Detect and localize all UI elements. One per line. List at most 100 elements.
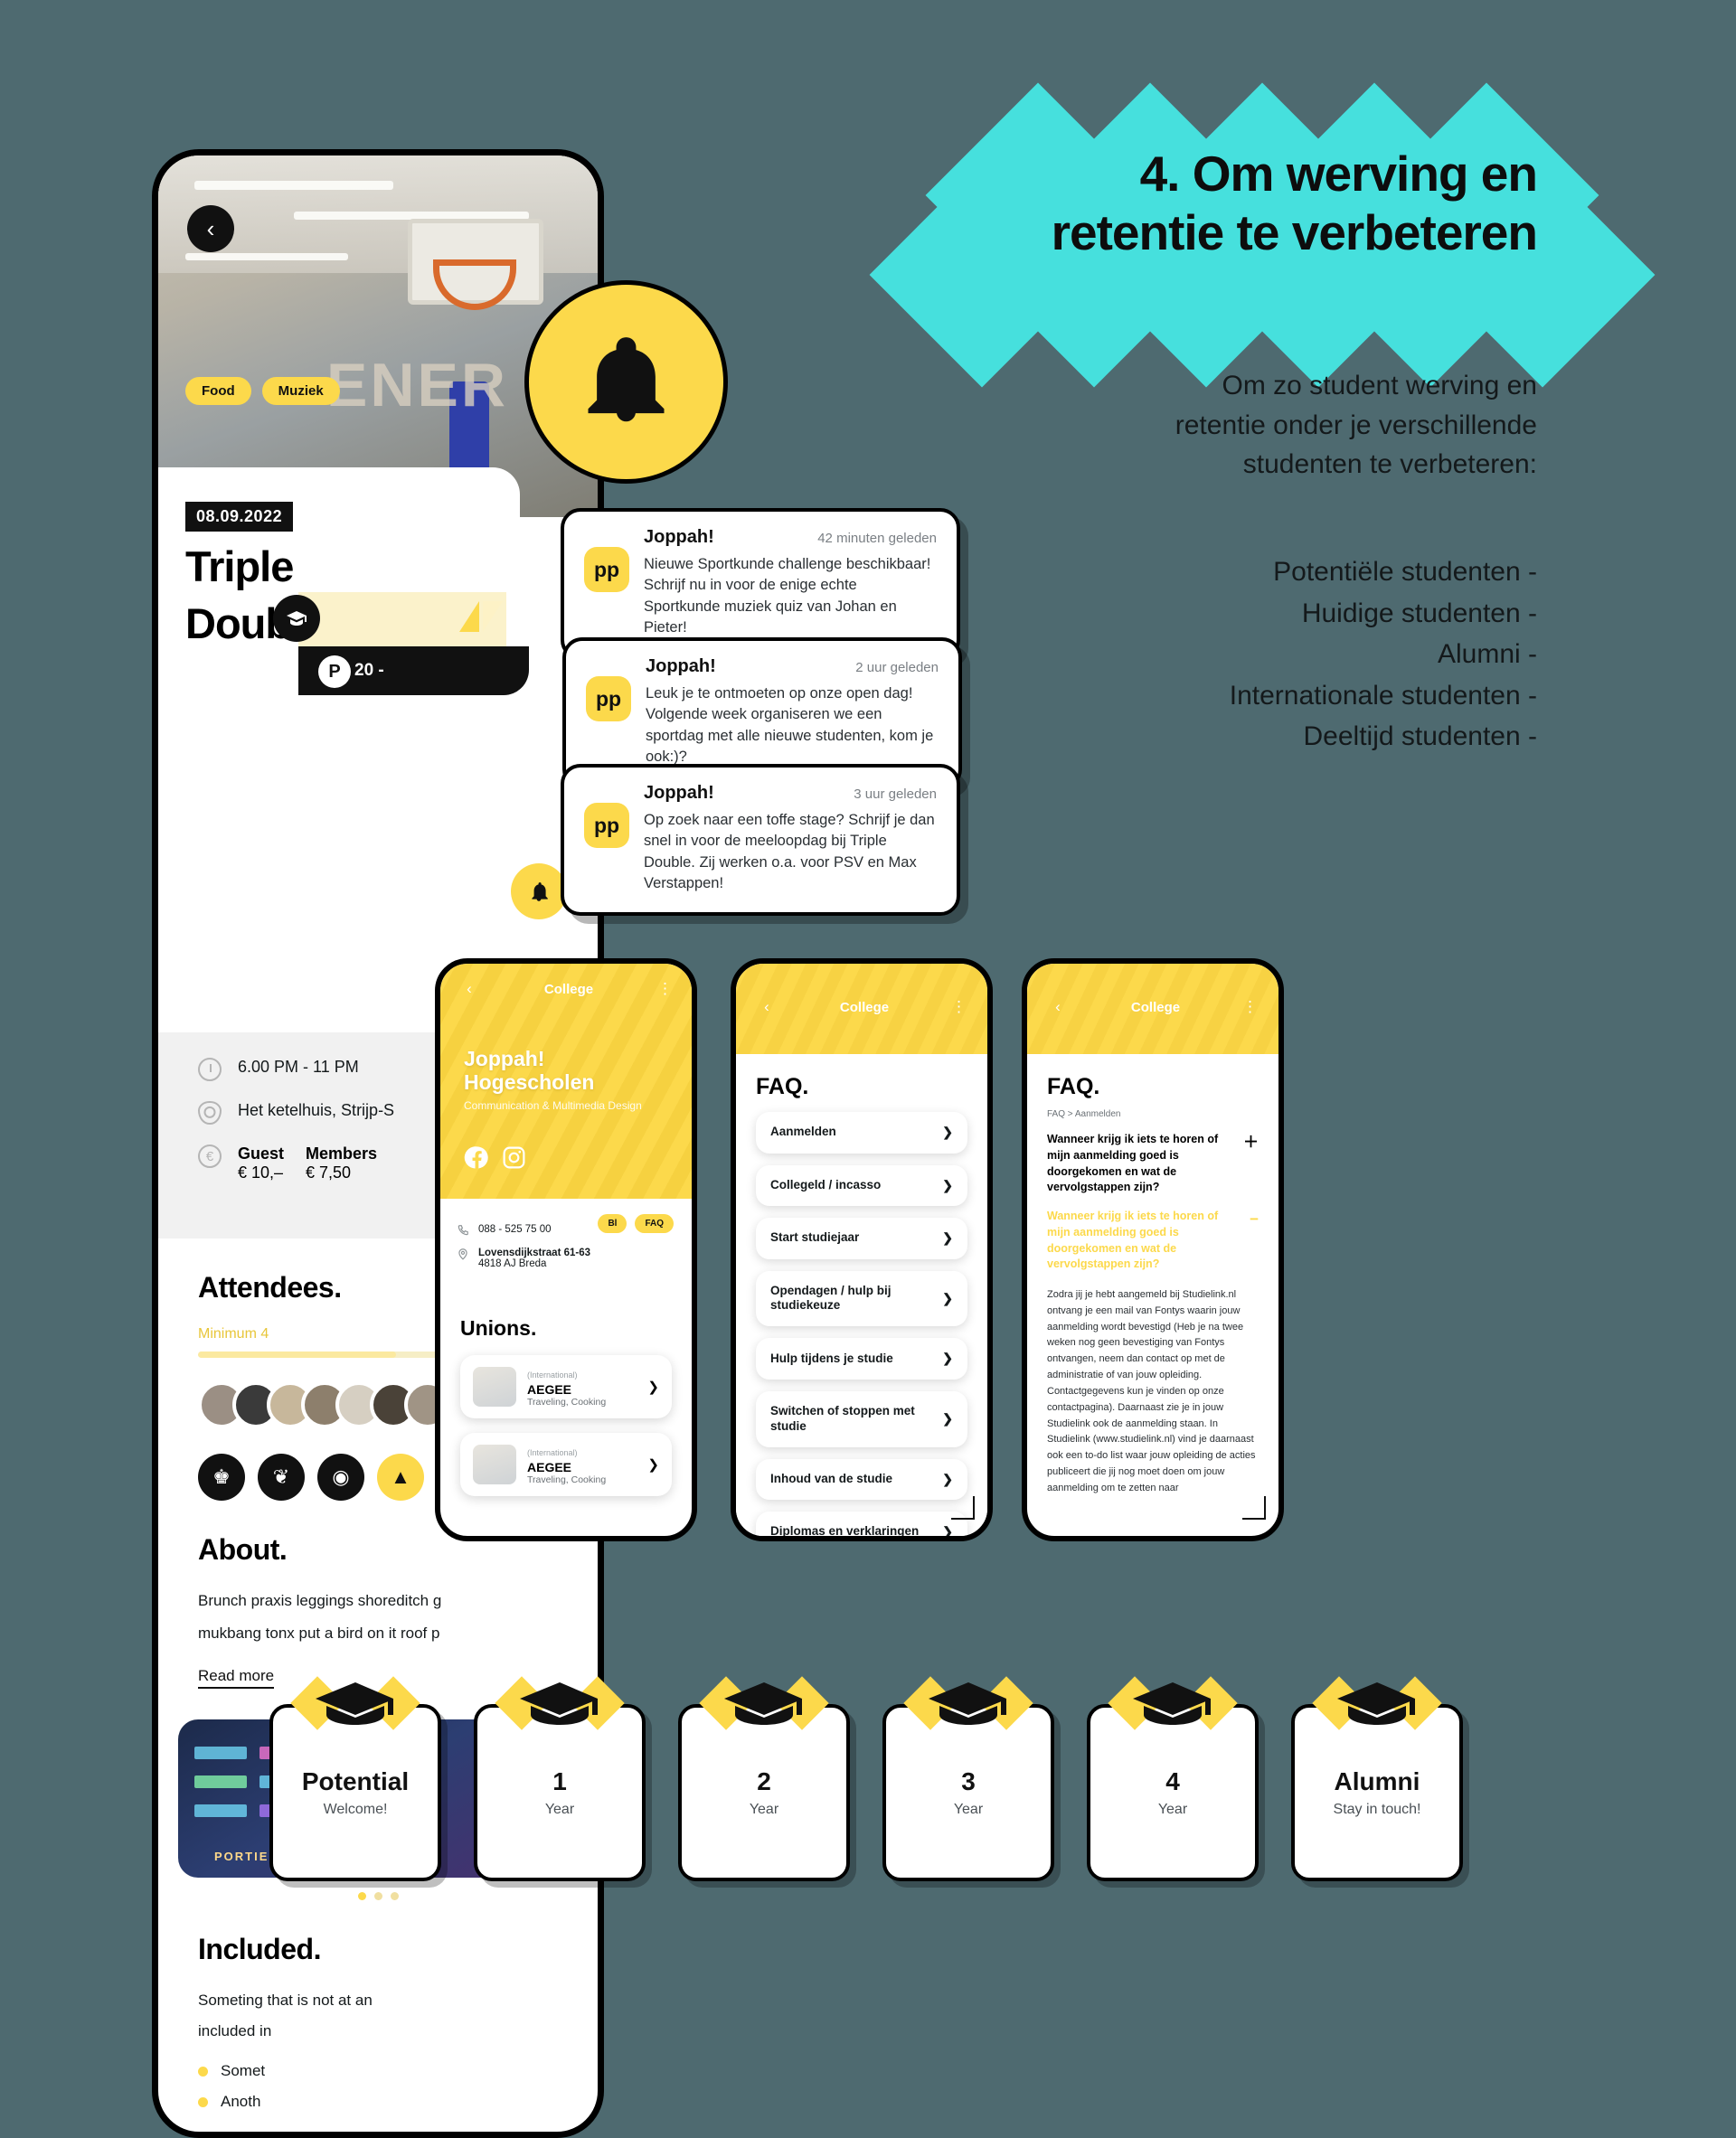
union-tag: (International) bbox=[527, 1448, 578, 1457]
timeline-card-alumni[interactable]: Alumni Stay in touch! bbox=[1291, 1676, 1463, 1881]
bullet-dot-icon bbox=[198, 2096, 208, 2107]
bell-icon-button[interactable]: ▲ bbox=[377, 1454, 424, 1501]
timeline-sublabel: Year bbox=[1157, 1802, 1188, 1817]
bullet-dot-icon bbox=[198, 2066, 208, 2077]
timeline-card-year-2[interactable]: 2 Year bbox=[678, 1676, 850, 1881]
menu-icon[interactable]: ⋮ bbox=[657, 980, 674, 998]
faq-item-diplomas[interactable]: Diplomas en verklaringen ❯ bbox=[756, 1512, 967, 1539]
back-button[interactable]: ‹ bbox=[756, 996, 778, 1018]
list-item[interactable]: (International) AEGEE Traveling, Cooking… bbox=[460, 1433, 672, 1496]
joppah-avatar-icon: pp bbox=[584, 547, 629, 592]
faq-list-header: ‹ College ⋮ bbox=[736, 964, 987, 1054]
faq-detail-header: ‹ College ⋮ bbox=[1027, 964, 1278, 1054]
timeline-sublabel: Year bbox=[544, 1802, 575, 1817]
timeline-sublabel: Stay in touch! bbox=[1333, 1802, 1421, 1817]
read-more-link[interactable]: Read more bbox=[198, 1667, 275, 1689]
faq-item-aanmelden[interactable]: Aanmelden ❯ bbox=[756, 1112, 967, 1154]
graduation-cap-decoration bbox=[1312, 1672, 1442, 1737]
nav-title: College bbox=[543, 981, 594, 997]
floating-bell-button[interactable] bbox=[511, 863, 567, 919]
graduation-cap-icon bbox=[1337, 1682, 1415, 1725]
menu-icon[interactable]: ⋮ bbox=[951, 998, 967, 1016]
nav-title: College bbox=[1130, 999, 1181, 1015]
timeline-label: Alumni bbox=[1334, 1767, 1420, 1795]
ticket-count: 20 - bbox=[354, 661, 384, 680]
notification-sender: Joppah! bbox=[644, 783, 714, 803]
back-button[interactable]: ‹ bbox=[458, 978, 480, 1000]
faq-answer: Zodra jij je hebt aangemeld bij Studieli… bbox=[1047, 1289, 1256, 1493]
price-members: Members € 7,50 bbox=[306, 1144, 378, 1182]
dot[interactable] bbox=[357, 1891, 366, 1900]
nav-title: College bbox=[839, 999, 890, 1015]
location-icon-button[interactable]: ◉ bbox=[317, 1454, 364, 1501]
faq-question-expanded[interactable]: Wanneer krijg ik iets te horen of mijn a… bbox=[1047, 1209, 1259, 1273]
included-text-line-1: Someting that is not at an bbox=[198, 1991, 373, 2009]
tag-food[interactable]: Food bbox=[185, 377, 251, 405]
share-icon-button[interactable]: ❦ bbox=[258, 1454, 305, 1501]
ticket-chip bbox=[273, 592, 506, 646]
faq-list-body: FAQ. Aanmelden ❯ Collegeld / incasso ❯ S… bbox=[736, 1054, 987, 1539]
faq-item-collegeld[interactable]: Collegeld / incasso ❯ bbox=[756, 1164, 967, 1206]
minus-icon: − bbox=[1250, 1210, 1259, 1228]
event-date-badge: 08.09.2022 bbox=[185, 502, 294, 532]
timeline-card-year-3[interactable]: 3 Year bbox=[882, 1676, 1054, 1881]
chevron-right-icon: ❯ bbox=[942, 1410, 953, 1426]
tag-muziek[interactable]: Muziek bbox=[261, 377, 340, 405]
intro-line-1: Om zo student werving en bbox=[1222, 371, 1537, 400]
faq-detail-body: FAQ. FAQ > Aanmelden Wanneer krijg ik ie… bbox=[1027, 1054, 1278, 1497]
chevron-right-icon: ❯ bbox=[647, 1380, 659, 1395]
social-links bbox=[464, 1144, 668, 1171]
faq-list-phone: ‹ College ⋮ FAQ. Aanmelden ❯ Collegeld /… bbox=[731, 958, 993, 1541]
timeline-card-year-1[interactable]: 1 Year bbox=[474, 1676, 646, 1881]
faq-item-hulp-tijdens[interactable]: Hulp tijdens je studie ❯ bbox=[756, 1338, 967, 1380]
included-items: Somet Anoth bbox=[198, 2062, 558, 2111]
graduation-cap-decoration bbox=[699, 1672, 829, 1737]
euro-icon bbox=[198, 1144, 222, 1168]
notification-message: Op zoek naar een toffe stage? Schrijf je… bbox=[644, 812, 935, 892]
instagram-icon[interactable] bbox=[501, 1144, 527, 1171]
chevron-right-icon: ❯ bbox=[942, 1177, 953, 1192]
page-title: 4. Om werving en retentie te verbeteren bbox=[796, 145, 1538, 262]
college-profile-phone: ‹ College ⋮ Joppah! Hogescholen Communic… bbox=[435, 958, 697, 1541]
back-button[interactable]: ‹ bbox=[1047, 996, 1069, 1018]
notification-sender: Joppah! bbox=[644, 527, 714, 547]
list-item[interactable]: (International) AEGEE Traveling, Cooking… bbox=[460, 1355, 672, 1418]
event-time: 6.00 PM - 11 PM bbox=[238, 1058, 359, 1076]
about-text-line-2: mukbang tonx put a bird on it roof p bbox=[198, 1625, 440, 1643]
notification-card[interactable]: pp Joppah! 3 uur geleden Op zoek naar ee… bbox=[561, 764, 960, 916]
faq-item-start-studiejaar[interactable]: Start studiejaar ❯ bbox=[756, 1218, 967, 1259]
poster-stage: 4. Om werving en retentie te verbeteren … bbox=[0, 0, 1736, 2138]
dot[interactable] bbox=[390, 1891, 399, 1900]
union-thumbnail bbox=[473, 1445, 516, 1484]
trophy-icon-button[interactable]: ♚ bbox=[198, 1454, 245, 1501]
faq-question-collapsed[interactable]: Wanneer krijg ik iets te horen of mijn a… bbox=[1047, 1132, 1259, 1196]
union-description: Traveling, Cooking bbox=[527, 1397, 607, 1408]
timeline-sublabel: Year bbox=[749, 1802, 779, 1817]
price-guest: Guest € 10,– bbox=[238, 1144, 285, 1182]
menu-icon[interactable]: ⋮ bbox=[1242, 998, 1259, 1016]
clock-icon bbox=[198, 1058, 222, 1081]
intro-paragraph: Om zo student werving en retentie onder … bbox=[995, 366, 1537, 485]
notification-timestamp: 2 uur geleden bbox=[855, 660, 939, 675]
back-button[interactable]: ‹ bbox=[187, 205, 234, 252]
included-heading: Included. bbox=[198, 1932, 321, 1965]
faq-item-inhoud[interactable]: Inhoud van de studie ❯ bbox=[756, 1458, 967, 1500]
timeline-card-potential[interactable]: Potential Welcome! bbox=[269, 1676, 441, 1881]
included-section: Included. Someting that is not at an inc… bbox=[158, 1900, 598, 2112]
event-tags: Food Muziek bbox=[185, 377, 340, 405]
gallery-pagination-dots[interactable] bbox=[158, 1891, 598, 1900]
chevron-right-icon: ❯ bbox=[942, 1524, 953, 1539]
host-section: Host. bbox=[158, 2124, 598, 2132]
audience-item: Deeltijd studenten - bbox=[1303, 721, 1538, 752]
pill-faq[interactable]: FAQ bbox=[635, 1214, 674, 1233]
joppah-avatar-icon: pp bbox=[584, 803, 629, 848]
facebook-icon[interactable] bbox=[464, 1144, 490, 1171]
timeline-card-year-4[interactable]: 4 Year bbox=[1087, 1676, 1259, 1881]
college-name-line-1: Joppah! bbox=[464, 1047, 545, 1070]
faq-item-switchen[interactable]: Switchen of stoppen met studie ❯ bbox=[756, 1390, 967, 1447]
location-pin-icon bbox=[457, 1248, 469, 1260]
dot[interactable] bbox=[373, 1891, 382, 1900]
faq-item-opendagen[interactable]: Opendagen / hulp bij studiekeuze ❯ bbox=[756, 1270, 967, 1327]
event-title-line-1: Triple bbox=[185, 542, 294, 590]
pill-bl[interactable]: Bl bbox=[598, 1214, 627, 1233]
